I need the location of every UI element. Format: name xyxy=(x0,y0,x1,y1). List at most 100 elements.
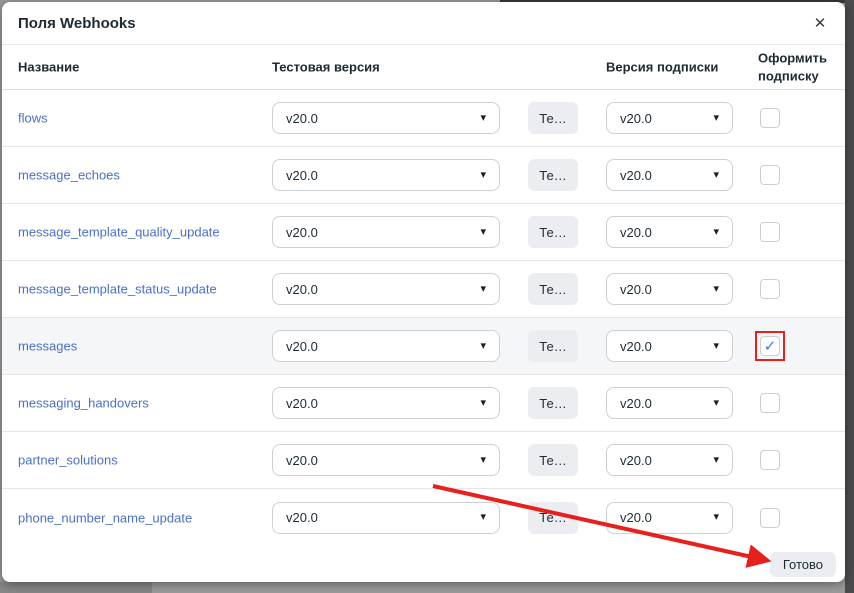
subscription-version-dropdown[interactable]: v20.0 ▾ xyxy=(606,502,733,534)
subscription-version-dropdown[interactable]: v20.0 ▾ xyxy=(606,387,733,419)
table-row: phone_number_name_update v20.0 ▾ Те… v20… xyxy=(2,489,845,546)
column-header-subscribe: Оформить подписку xyxy=(758,49,830,84)
test-button[interactable]: Те… xyxy=(528,387,578,419)
test-button[interactable]: Те… xyxy=(528,330,578,362)
dropdown-value: v20.0 xyxy=(273,453,480,468)
chevron-down-icon: ▾ xyxy=(713,398,732,409)
table-row: messaging_handovers v20.0 ▾ Те… v20.0 ▾ … xyxy=(2,375,845,432)
test-version-dropdown[interactable]: v20.0 ▾ xyxy=(272,216,500,248)
chevron-down-icon: ▾ xyxy=(480,455,499,466)
chevron-down-icon: ▾ xyxy=(480,113,499,124)
dropdown-value: v20.0 xyxy=(607,396,713,411)
subscribe-checkbox[interactable]: ✓ xyxy=(760,279,780,299)
webhooks-fields-modal: Поля Webhooks ✕ Название Тестовая версия… xyxy=(2,2,845,582)
field-name-link[interactable]: message_echoes xyxy=(18,168,120,183)
table-column-header: Название Тестовая версия Версия подписки… xyxy=(2,45,845,90)
subscription-version-dropdown[interactable]: v20.0 ▾ xyxy=(606,330,733,362)
page-backdrop-right xyxy=(845,0,854,593)
chevron-down-icon: ▾ xyxy=(480,284,499,295)
dropdown-value: v20.0 xyxy=(273,225,480,240)
column-header-name: Название xyxy=(18,60,79,75)
test-button[interactable]: Те… xyxy=(528,444,578,476)
dropdown-value: v20.0 xyxy=(607,339,713,354)
test-button[interactable]: Те… xyxy=(528,159,578,191)
subscription-version-dropdown[interactable]: v20.0 ▾ xyxy=(606,444,733,476)
subscribe-cell: ✓ xyxy=(760,108,780,128)
chevron-down-icon: ▾ xyxy=(480,512,499,523)
subscription-version-dropdown[interactable]: v20.0 ▾ xyxy=(606,159,733,191)
test-button[interactable]: Те… xyxy=(528,273,578,305)
subscription-version-dropdown[interactable]: v20.0 ▾ xyxy=(606,273,733,305)
column-header-subscription-version: Версия подписки xyxy=(606,60,718,75)
test-version-dropdown[interactable]: v20.0 ▾ xyxy=(272,159,500,191)
chevron-down-icon: ▾ xyxy=(480,170,499,181)
subscribe-checkbox[interactable]: ✓ xyxy=(760,450,780,470)
test-button[interactable]: Те… xyxy=(528,216,578,248)
field-name-link[interactable]: partner_solutions xyxy=(18,453,118,468)
test-version-dropdown[interactable]: v20.0 ▾ xyxy=(272,330,500,362)
subscribe-cell: ✓ xyxy=(760,450,780,470)
chevron-down-icon: ▾ xyxy=(480,398,499,409)
chevron-down-icon: ▾ xyxy=(480,227,499,238)
dropdown-value: v20.0 xyxy=(607,510,713,525)
dropdown-value: v20.0 xyxy=(273,339,480,354)
field-name-link[interactable]: messages xyxy=(18,339,77,354)
dropdown-value: v20.0 xyxy=(273,111,480,126)
test-version-dropdown[interactable]: v20.0 ▾ xyxy=(272,444,500,476)
subscribe-checkbox[interactable]: ✓ xyxy=(760,508,780,528)
field-name-link[interactable]: message_template_quality_update xyxy=(18,225,220,240)
subscribe-cell: ✓ xyxy=(760,222,780,242)
dropdown-value: v20.0 xyxy=(273,168,480,183)
chevron-down-icon: ▾ xyxy=(713,227,732,238)
table-row: message_template_quality_update v20.0 ▾ … xyxy=(2,204,845,261)
table-row: message_template_status_update v20.0 ▾ Т… xyxy=(2,261,845,318)
dropdown-value: v20.0 xyxy=(607,453,713,468)
chevron-down-icon: ▾ xyxy=(713,284,732,295)
table-rows: flows v20.0 ▾ Те… v20.0 ▾ ✓ message_echo… xyxy=(2,90,845,546)
subscribe-cell: ✓ xyxy=(760,393,780,413)
subscribe-checkbox[interactable]: ✓ xyxy=(760,393,780,413)
close-icon[interactable]: ✕ xyxy=(809,13,831,35)
column-header-test-version: Тестовая версия xyxy=(272,60,380,75)
dropdown-value: v20.0 xyxy=(607,282,713,297)
subscribe-cell: ✓ xyxy=(760,336,780,356)
chevron-down-icon: ▾ xyxy=(713,455,732,466)
subscription-version-dropdown[interactable]: v20.0 ▾ xyxy=(606,216,733,248)
field-name-link[interactable]: phone_number_name_update xyxy=(18,510,192,525)
test-version-dropdown[interactable]: v20.0 ▾ xyxy=(272,387,500,419)
chevron-down-icon: ▾ xyxy=(713,170,732,181)
chevron-down-icon: ▾ xyxy=(713,512,732,523)
field-name-link[interactable]: message_template_status_update xyxy=(18,282,217,297)
field-name-link[interactable]: messaging_handovers xyxy=(18,396,149,411)
dropdown-value: v20.0 xyxy=(607,168,713,183)
chevron-down-icon: ▾ xyxy=(713,113,732,124)
field-name-link[interactable]: flows xyxy=(18,111,48,126)
subscribe-checkbox[interactable]: ✓ xyxy=(760,165,780,185)
chevron-down-icon: ▾ xyxy=(480,341,499,352)
annotation-highlight-box xyxy=(755,331,785,361)
done-button[interactable]: Готово xyxy=(770,552,836,577)
test-button[interactable]: Те… xyxy=(528,102,578,134)
table-row: flows v20.0 ▾ Те… v20.0 ▾ ✓ xyxy=(2,90,845,147)
dropdown-value: v20.0 xyxy=(273,282,480,297)
subscribe-cell: ✓ xyxy=(760,165,780,185)
test-button[interactable]: Те… xyxy=(528,502,578,534)
table-row: messages v20.0 ▾ Те… v20.0 ▾ ✓ xyxy=(2,318,845,375)
page-backdrop-bottom xyxy=(0,582,152,593)
subscribe-checkbox[interactable]: ✓ xyxy=(760,222,780,242)
table-row: message_echoes v20.0 ▾ Те… v20.0 ▾ ✓ xyxy=(2,147,845,204)
modal-title: Поля Webhooks xyxy=(18,15,136,32)
subscribe-cell: ✓ xyxy=(760,508,780,528)
test-version-dropdown[interactable]: v20.0 ▾ xyxy=(272,102,500,134)
dropdown-value: v20.0 xyxy=(607,111,713,126)
modal-footer: Готово xyxy=(2,546,845,582)
dropdown-value: v20.0 xyxy=(607,225,713,240)
dropdown-value: v20.0 xyxy=(273,396,480,411)
chevron-down-icon: ▾ xyxy=(713,341,732,352)
dropdown-value: v20.0 xyxy=(273,510,480,525)
test-version-dropdown[interactable]: v20.0 ▾ xyxy=(272,273,500,305)
subscribe-cell: ✓ xyxy=(760,279,780,299)
subscribe-checkbox[interactable]: ✓ xyxy=(760,108,780,128)
subscription-version-dropdown[interactable]: v20.0 ▾ xyxy=(606,102,733,134)
test-version-dropdown[interactable]: v20.0 ▾ xyxy=(272,502,500,534)
